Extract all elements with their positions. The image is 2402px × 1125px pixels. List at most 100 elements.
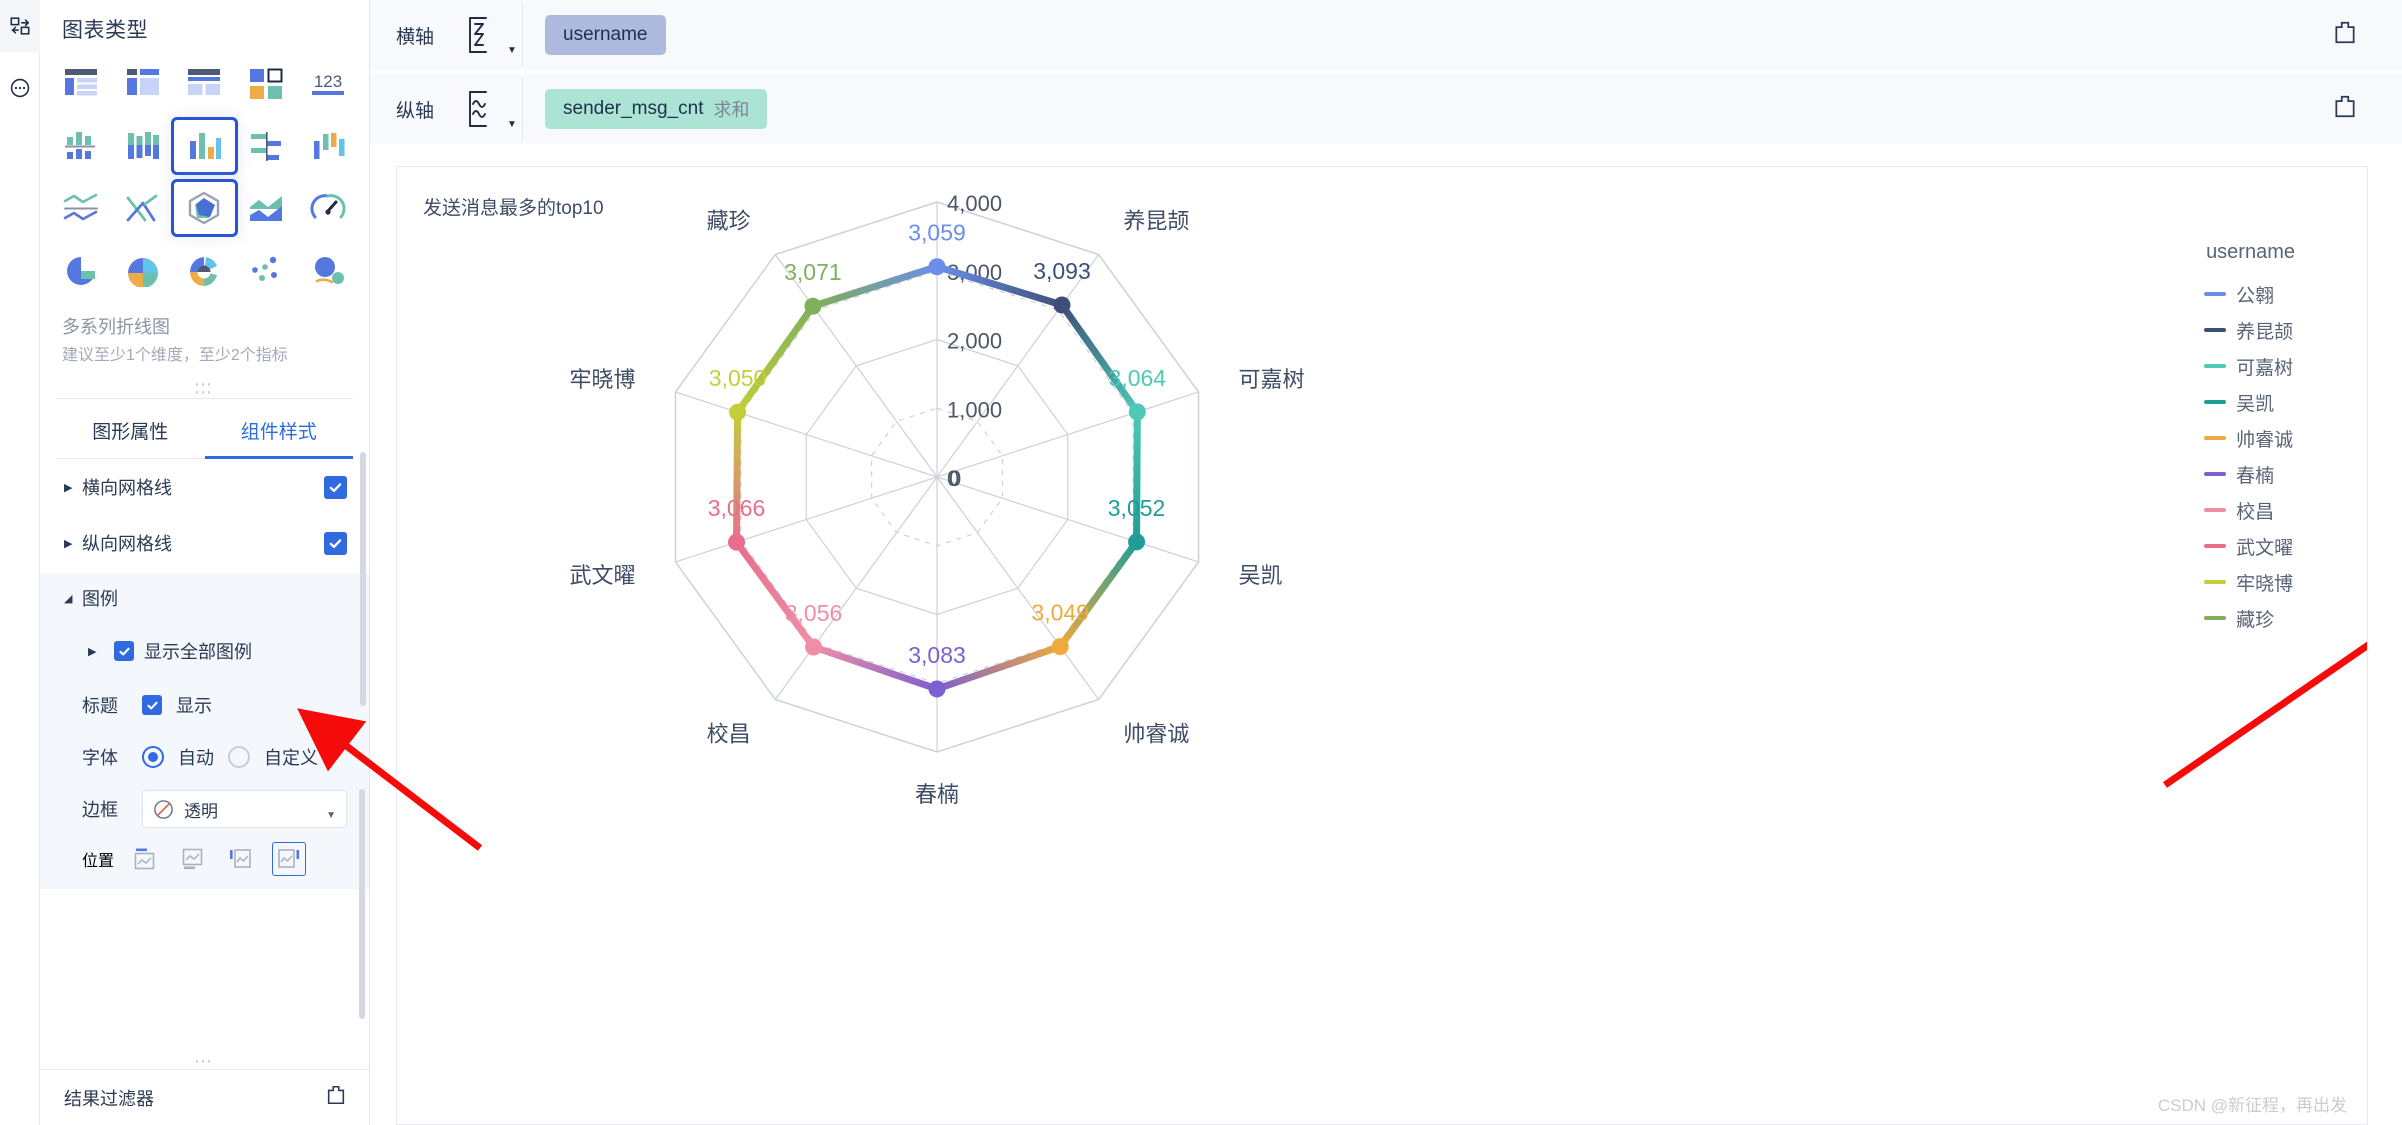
result-filter-bar: 结果过滤器 xyxy=(40,1069,369,1125)
chart-type-kpi-cards[interactable] xyxy=(235,58,297,110)
chart-type-bar-multi[interactable] xyxy=(170,117,239,175)
component-style-options: ▶ 横向网格线 ▶ 纵向网格线 ◢ 图例 ▶ 显示全部图例 标题 显示 字体 自… xyxy=(40,459,369,1125)
legend-position-left[interactable] xyxy=(224,842,258,876)
option-v-gridlines-checkbox[interactable] xyxy=(324,531,347,555)
radar-plot: 01,0002,0003,0004,000公翱养昆颉可嘉树吴凯帅睿诚春楠校昌武文… xyxy=(569,191,1304,807)
chart-type-line-dual[interactable] xyxy=(50,182,112,234)
legend-group-label: 图例 xyxy=(82,589,118,609)
legend-item[interactable]: 春楠 xyxy=(2204,456,2295,492)
x-axis-label: 横轴 xyxy=(396,26,435,48)
legend-item[interactable]: 可嘉树 xyxy=(2204,348,2295,384)
copy-icon[interactable] xyxy=(2332,20,2358,51)
chevron-down-icon: ▼ xyxy=(507,119,517,130)
chart-type-radar[interactable] xyxy=(170,179,239,237)
data-value-label: 3,059 xyxy=(908,220,966,246)
legend-title-label: 显示 xyxy=(176,696,212,716)
legend-show-all-checkbox[interactable] xyxy=(114,641,134,661)
chart-type-area[interactable] xyxy=(235,182,297,234)
chart-type-rose[interactable] xyxy=(174,244,236,296)
legend-item[interactable]: 武文曜 xyxy=(2204,528,2295,564)
tab-component[interactable]: 组件样式 xyxy=(204,405,354,459)
options-scrollbar[interactable] xyxy=(359,789,365,1019)
legend-item-label: 公翱 xyxy=(2236,285,2275,307)
chart-type-table-detail[interactable] xyxy=(174,58,236,110)
chevron-right-icon: ▶ xyxy=(64,481,73,494)
chart-type-bubble[interactable] xyxy=(297,244,359,296)
legend-font-auto-radio[interactable] xyxy=(142,746,164,768)
data-value-label: 3,056 xyxy=(785,600,843,626)
data-value-label: 3,093 xyxy=(1033,258,1091,284)
selected-chart-hint: 建议至少1个维度，至少2个指标 xyxy=(62,347,288,364)
chart-type-line-cross[interactable] xyxy=(112,182,174,234)
data-value-label: 3,066 xyxy=(708,495,766,521)
data-value-label: 3,083 xyxy=(908,642,966,668)
chevron-down-icon: ◢ xyxy=(64,592,73,605)
legend-item[interactable]: 吴凯 xyxy=(2204,384,2295,420)
legend-position-top[interactable] xyxy=(128,842,162,876)
legend-item[interactable]: 校昌 xyxy=(2204,492,2295,528)
legend-font-custom-radio[interactable] xyxy=(228,746,250,768)
legend-border-key: 边框 xyxy=(82,800,118,820)
chevron-right-icon: ▶ xyxy=(88,645,97,658)
axis-separator xyxy=(522,78,523,140)
selected-chart-description: 多系列折线图 建议至少1个维度，至少2个指标 xyxy=(40,296,369,370)
copy-icon[interactable] xyxy=(2332,94,2358,125)
legend-item[interactable]: 藏珍 xyxy=(2204,600,2295,636)
legend-title-key: 标题 xyxy=(82,696,118,716)
measure-icon[interactable]: ▼ xyxy=(462,86,518,132)
y-axis-field-name: sender_msg_cnt xyxy=(563,98,704,119)
legend-position-bottom[interactable] xyxy=(176,842,210,876)
y-axis-label: 纵轴 xyxy=(396,100,435,122)
chart-type-bar-stacked[interactable] xyxy=(112,120,174,172)
legend-font-row: 字体 自动 自定义 xyxy=(40,731,369,783)
legend-group-header[interactable]: ◢ 图例 xyxy=(40,573,369,623)
legend-item[interactable]: 公翱 xyxy=(2204,276,2295,312)
data-value-label: 3,071 xyxy=(784,259,842,285)
legend-item[interactable]: 帅睿诚 xyxy=(2204,420,2295,456)
legend-title-checkbox[interactable] xyxy=(142,695,162,715)
y-axis-shelf: 纵轴 ▼ sender_msg_cnt 求和 xyxy=(370,74,2402,148)
chart-type-pie[interactable] xyxy=(50,244,112,296)
watermark: CSDN @新征程，再出发 xyxy=(2157,1096,2347,1115)
svg-text:帅睿诚: 帅睿诚 xyxy=(1123,721,1189,746)
chart-type-table-group[interactable] xyxy=(112,58,174,110)
y-axis-field-pill[interactable]: sender_msg_cnt 求和 xyxy=(545,89,768,129)
panel-divider xyxy=(56,398,353,399)
chart-type-bar-diverging[interactable] xyxy=(50,120,112,172)
panel-scrollbar[interactable] xyxy=(360,452,366,706)
svg-text:校昌: 校昌 xyxy=(707,721,751,746)
panel-resize-handle[interactable]: ⋯ ⋯ xyxy=(40,370,369,401)
svg-text:牢晓博: 牢晓博 xyxy=(569,367,635,392)
switch-layout-icon[interactable] xyxy=(0,0,40,52)
legend-show-all-row[interactable]: ▶ 显示全部图例 xyxy=(40,623,369,679)
dimension-icon[interactable]: ▼ xyxy=(462,12,518,58)
option-h-gridlines-checkbox[interactable] xyxy=(324,475,347,499)
chart-type-number-123[interactable]: 123 xyxy=(297,58,359,110)
legend-item-label: 校昌 xyxy=(2236,501,2275,523)
axis-separator xyxy=(522,4,523,66)
legend-position-right[interactable] xyxy=(272,842,307,876)
legend-color-swatch xyxy=(2204,472,2227,476)
chart-type-bar-range[interactable] xyxy=(297,120,359,172)
legend-item-label: 武文曜 xyxy=(2236,537,2294,559)
chart-type-bar-horizontal[interactable] xyxy=(235,120,297,172)
chart-type-scatter[interactable] xyxy=(235,244,297,296)
copy-icon[interactable] xyxy=(325,1084,347,1111)
x-axis-field-pill[interactable]: username xyxy=(545,15,666,55)
legend-item[interactable]: 养昆颉 xyxy=(2204,312,2295,348)
chart-type-table-cross[interactable] xyxy=(50,58,112,110)
legend-color-swatch xyxy=(2204,544,2227,548)
option-h-gridlines[interactable]: ▶ 横向网格线 xyxy=(40,459,369,515)
tab-graphic[interactable]: 图形属性 xyxy=(56,405,205,458)
legend-position-key: 位置 xyxy=(82,853,115,870)
option-v-gridlines[interactable]: ▶ 纵向网格线 xyxy=(40,515,369,571)
chart-type-gauge[interactable] xyxy=(297,182,359,234)
legend-color-swatch xyxy=(2204,436,2227,440)
more-options-icon[interactable] xyxy=(0,52,40,124)
svg-text:养昆颉: 养昆颉 xyxy=(1123,209,1189,234)
svg-text:1,000: 1,000 xyxy=(947,397,1002,422)
legend-border-select[interactable]: 透明 ▼ xyxy=(142,790,347,828)
chart-type-pie-multi[interactable] xyxy=(112,244,174,296)
legend-item[interactable]: 牢晓博 xyxy=(2204,564,2295,600)
svg-text:春楠: 春楠 xyxy=(915,782,959,807)
